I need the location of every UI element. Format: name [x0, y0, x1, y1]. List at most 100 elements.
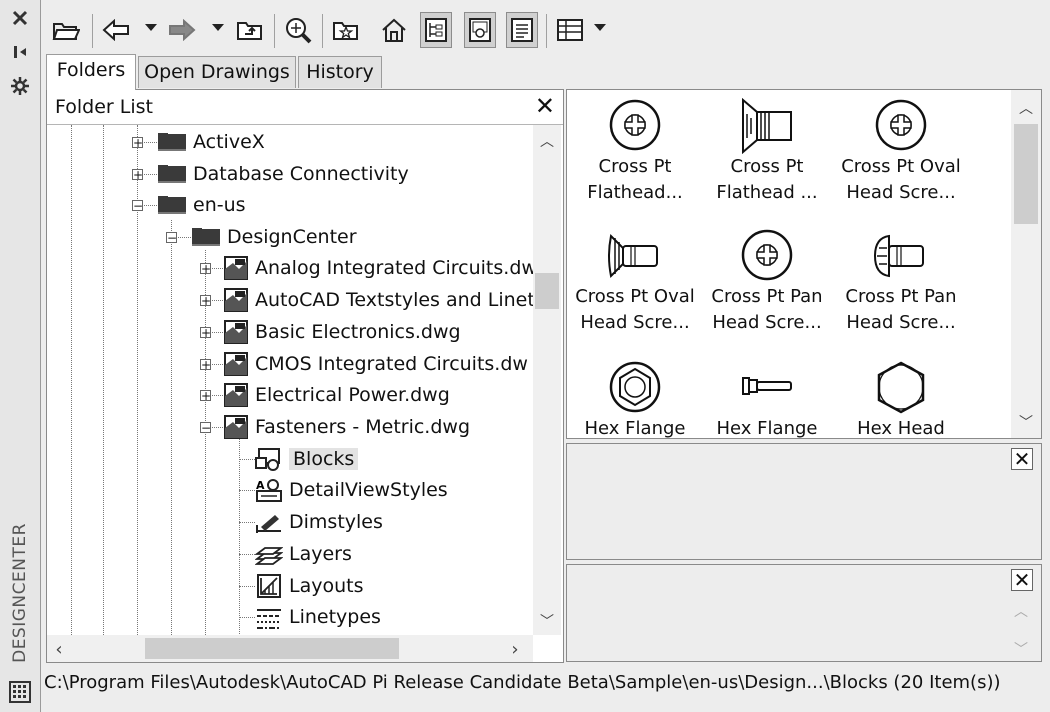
expand-toggle[interactable]: +: [200, 327, 211, 339]
tree-item-database-connectivity[interactable]: Database Connectivity: [157, 159, 409, 189]
scroll-left-icon[interactable]: ‹: [51, 639, 67, 660]
detail-view-styles-icon: A: [256, 479, 282, 502]
scroll-right-icon[interactable]: ›: [507, 639, 523, 660]
folder-icon: [158, 165, 186, 183]
tree-item-autocad-textstyles[interactable]: AutoCAD Textstyles and Linet: [223, 285, 535, 315]
scroll-up-icon[interactable]: ︿: [1013, 601, 1029, 621]
expand-toggle[interactable]: +: [200, 390, 211, 402]
tree-item-electrical-power[interactable]: Electrical Power.dwg: [223, 380, 450, 410]
blocks-icon: [255, 448, 280, 471]
folder-list-header: Folder List ✕: [47, 90, 563, 125]
linetypes-icon: [257, 609, 281, 629]
hex-flange-side-icon: [742, 377, 792, 395]
tab-open-drawings[interactable]: Open Drawings: [138, 56, 296, 88]
tree-item-linetypes[interactable]: Linetypes: [255, 602, 381, 632]
block-item[interactable]: Cross Pt Flathead...: [567, 98, 703, 206]
tab-folders[interactable]: Folders: [46, 54, 136, 90]
hex-head-icon: [877, 361, 925, 414]
palette-grid-icon[interactable]: [8, 680, 32, 704]
layouts-icon: [257, 574, 281, 598]
tab-history[interactable]: History: [298, 56, 382, 88]
scroll-down-icon[interactable]: ﹀: [1018, 412, 1034, 432]
tree-item-layouts[interactable]: Layouts: [255, 571, 364, 601]
properties-gear-icon[interactable]: [8, 74, 32, 98]
folder-icon: [158, 196, 186, 214]
collapse-toggle[interactable]: −: [200, 422, 211, 434]
expand-toggle[interactable]: +: [132, 169, 143, 181]
tree-item-activex[interactable]: ActiveX: [157, 127, 265, 157]
tree-vertical-scrollbar[interactable]: ︿ ﹀: [533, 125, 561, 635]
close-description-icon[interactable]: ✕: [1011, 569, 1033, 591]
block-item[interactable]: Hex Flange: [567, 360, 703, 438]
scrollbar-thumb[interactable]: [145, 638, 399, 659]
home-icon[interactable]: [378, 12, 410, 48]
views-dropdown-icon[interactable]: [594, 24, 606, 31]
block-item[interactable]: Hex Flange: [699, 360, 835, 438]
drawing-file-icon: [224, 383, 248, 407]
scrollbar-thumb[interactable]: [535, 273, 559, 309]
favorites-icon[interactable]: [330, 12, 362, 48]
forward-arrow-icon[interactable]: [166, 12, 198, 48]
scrollbar-thumb[interactable]: [1014, 124, 1038, 224]
auto-hide-icon[interactable]: [8, 40, 32, 64]
content-vertical-scrollbar[interactable]: ︿ ﹀: [1011, 90, 1041, 438]
tree-horizontal-scrollbar[interactable]: ‹ ›: [47, 635, 533, 662]
expand-toggle[interactable]: +: [132, 137, 143, 149]
scroll-down-icon[interactable]: ﹀: [539, 611, 555, 631]
tree-item-basic-electronics[interactable]: Basic Electronics.dwg: [223, 317, 461, 347]
load-folder-icon[interactable]: [50, 12, 82, 48]
close-preview-icon[interactable]: ✕: [1011, 448, 1033, 470]
collapse-toggle[interactable]: −: [132, 200, 143, 212]
scroll-up-icon[interactable]: ︿: [1018, 98, 1034, 118]
content-area: Cross Pt Flathead... Cross Pt Flathead .…: [566, 89, 1042, 439]
tree-item-en-us[interactable]: en-us: [157, 190, 246, 220]
block-item[interactable]: Cross Pt Pan Head Scre...: [699, 228, 835, 336]
back-dropdown-icon[interactable]: [145, 24, 157, 31]
block-item[interactable]: Cross Pt Flathead ...: [699, 98, 835, 206]
tree-item-blocks[interactable]: Blocks: [255, 444, 359, 474]
block-item[interactable]: Cross Pt Pan Head Scre...: [833, 228, 969, 336]
expand-toggle[interactable]: +: [200, 359, 211, 371]
search-icon[interactable]: [282, 12, 314, 48]
tree-item-cmos-integrated-circuits[interactable]: CMOS Integrated Circuits.dw: [223, 349, 528, 379]
up-folder-icon[interactable]: [234, 12, 266, 48]
tree-item-designcenter[interactable]: DesignCenter: [191, 222, 357, 252]
preview-pane: ✕: [566, 443, 1042, 560]
back-arrow-icon[interactable]: [100, 12, 132, 48]
collapse-toggle[interactable]: −: [166, 232, 177, 244]
tree-item-layers[interactable]: Layers: [255, 539, 352, 569]
drawing-file-icon: [224, 415, 248, 439]
scroll-up-icon[interactable]: ︿: [539, 131, 555, 151]
block-item[interactable]: Hex Head: [833, 360, 969, 438]
tree-view-toggle-icon[interactable]: [420, 12, 452, 48]
status-bar-path: C:\Program Files\Autodesk\AutoCAD Pi Rel…: [44, 672, 1001, 693]
drawing-file-icon: [224, 256, 248, 280]
views-icon[interactable]: [554, 12, 586, 48]
drawing-file-icon: [224, 288, 248, 312]
expand-toggle[interactable]: +: [200, 295, 211, 307]
dimstyles-icon: [256, 515, 281, 533]
description-toggle-icon[interactable]: [506, 12, 538, 48]
toolbar: [44, 6, 644, 54]
preview-toggle-icon[interactable]: [464, 12, 496, 48]
close-icon[interactable]: [8, 6, 32, 30]
description-pane: ✕ ︿ ﹀: [566, 564, 1042, 662]
cross-pt-head-icon: [875, 99, 927, 151]
close-folder-list-icon[interactable]: ✕: [535, 94, 555, 118]
expand-toggle[interactable]: +: [200, 263, 211, 275]
tree-item-detailviewstyles[interactable]: A DetailViewStyles: [255, 475, 448, 505]
scroll-down-icon[interactable]: ﹀: [1013, 639, 1029, 659]
block-item[interactable]: Cross Pt Oval Head Scre...: [567, 228, 703, 336]
pan-head-screw-side-icon: [873, 234, 924, 278]
block-item[interactable]: Cross Pt Oval Head Scre...: [833, 98, 969, 206]
tree-item-dimstyles[interactable]: Dimstyles: [255, 507, 383, 537]
folder-list-title: Folder List: [55, 96, 153, 118]
tree-item-analog-integrated-circuits[interactable]: Analog Integrated Circuits.dw: [223, 253, 537, 283]
folder-icon: [158, 133, 186, 151]
hex-flange-head-icon: [609, 361, 661, 413]
tree-item-fasteners-metric[interactable]: Fasteners - Metric.dwg: [223, 412, 470, 442]
folder-icon: [192, 228, 220, 246]
forward-dropdown-icon[interactable]: [212, 24, 224, 31]
drawing-file-icon: [224, 352, 248, 376]
palette-title-bar: DESIGNCENTER: [0, 0, 41, 712]
